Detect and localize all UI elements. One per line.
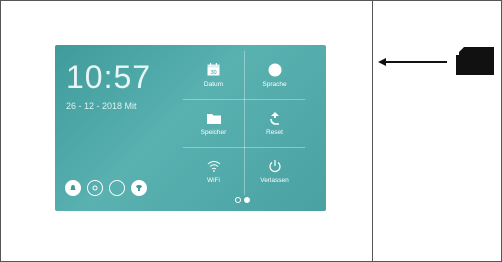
language-icon: [268, 63, 282, 77]
sd-card-icon: [456, 47, 494, 75]
circle-icon[interactable]: [109, 180, 125, 196]
bottom-icon-bar: [65, 180, 147, 196]
reset-icon: [268, 111, 282, 125]
page-dot-2-active[interactable]: [244, 197, 250, 203]
settings-grid: 30 Datum Sprache Speicher Reset WiFi Ver…: [183, 51, 305, 195]
tile-speicher[interactable]: Speicher: [183, 99, 244, 147]
folder-icon: [206, 111, 221, 125]
clock-date: 26 - 12 - 2018 Mit: [66, 101, 137, 111]
page-dot-1[interactable]: [235, 197, 241, 203]
page-indicator: [235, 197, 250, 203]
calendar-number: 30: [210, 70, 216, 76]
tile-label: Reset: [266, 128, 283, 136]
wifi-icon: [207, 159, 221, 173]
shirt-icon[interactable]: [131, 180, 147, 196]
tile-label: Verlassen: [260, 176, 289, 184]
panel-divider: [372, 1, 373, 261]
tile-verlassen[interactable]: Verlassen: [244, 147, 305, 195]
insert-arrow: [381, 61, 447, 63]
tile-wifi[interactable]: WiFi: [183, 147, 244, 195]
calendar-icon: 30: [207, 63, 221, 77]
tile-label: Speicher: [200, 128, 227, 136]
bell-icon[interactable]: [65, 180, 81, 196]
tile-label: Datum: [203, 80, 224, 88]
device-screen: 10:57 26 - 12 - 2018 Mit 30 Datum Sprach…: [55, 45, 326, 211]
clock-time: 10:57: [66, 59, 152, 95]
power-icon: [268, 159, 282, 173]
tile-datum[interactable]: 30 Datum: [183, 51, 244, 99]
camera-icon[interactable]: [87, 180, 103, 196]
tile-sprache[interactable]: Sprache: [244, 51, 305, 99]
tile-reset[interactable]: Reset: [244, 99, 305, 147]
tile-label: WiFi: [207, 176, 220, 184]
tile-label: Sprache: [262, 80, 287, 88]
